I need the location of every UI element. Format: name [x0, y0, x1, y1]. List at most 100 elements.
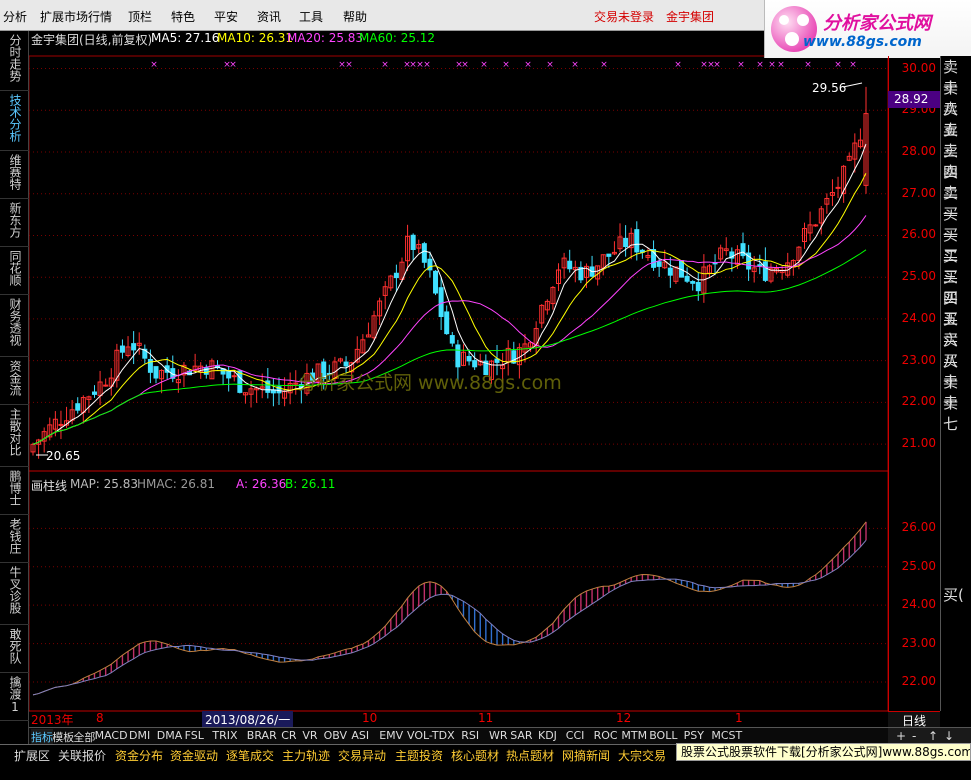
- indicator-tab[interactable]: ROC: [594, 729, 618, 742]
- menu-pingan[interactable]: 平安: [214, 8, 238, 25]
- candle-body: [813, 224, 819, 227]
- ma5-line: [32, 143, 867, 445]
- bottom-bar-item[interactable]: 核心题材: [451, 747, 499, 764]
- indicator-name: 画柱线: [31, 479, 68, 493]
- indicator-tab[interactable]: MTM: [621, 729, 647, 742]
- bottom-bar-item[interactable]: 主题投资: [395, 747, 443, 764]
- indicator-tab[interactable]: DMA: [157, 729, 183, 742]
- tab-main-retail[interactable]: 主散对比: [0, 405, 29, 467]
- indicator-hmac: HMAC: 26.81: [137, 477, 215, 491]
- tab-qindu[interactable]: 擒渡1: [0, 673, 29, 721]
- candle-body: [835, 186, 841, 189]
- signal-mark: ×: [381, 60, 389, 70]
- candle-body: [684, 275, 690, 282]
- indicator-tab[interactable]: 指标: [31, 729, 53, 745]
- indicator-tab[interactable]: KDJ: [538, 729, 557, 742]
- ma60-line: [32, 249, 867, 445]
- period-high-label: 29.56: [812, 81, 847, 95]
- indicator-map: MAP: 25.83: [70, 477, 139, 491]
- indicator-tab[interactable]: OBV: [324, 729, 347, 742]
- indicator-tab[interactable]: CCI: [566, 729, 585, 742]
- tab-dare-to-die[interactable]: 敢死队: [0, 625, 29, 673]
- indicator-tab[interactable]: MCST: [711, 729, 742, 742]
- tab-capital-flow[interactable]: 资金流: [0, 357, 29, 405]
- menu-top-bar[interactable]: 顶栏: [128, 8, 152, 25]
- indicator-tab[interactable]: FSL: [185, 729, 204, 742]
- menu-news[interactable]: 资讯: [257, 8, 281, 25]
- bottom-bar-item[interactable]: 大宗交易: [618, 747, 666, 764]
- login-status[interactable]: 交易未登录: [594, 8, 654, 25]
- menu-help[interactable]: 帮助: [343, 8, 367, 25]
- indicator-tab[interactable]: RSI: [461, 729, 479, 742]
- period-selector[interactable]: 日线: [888, 711, 940, 728]
- indicator-tab[interactable]: VOL-TDX: [407, 729, 455, 742]
- indicator-tab[interactable]: TRIX: [212, 729, 237, 742]
- indicator-tab[interactable]: CR: [281, 729, 296, 742]
- chart-title: 金宇集团(日线,前复权): [31, 33, 153, 47]
- indicator-tab[interactable]: EMV: [379, 729, 403, 742]
- tab-weisaite[interactable]: 维赛特: [0, 151, 29, 199]
- left-side-tabs: 分时走势 技术分析 维赛特 新东方 同花顺 财务透视 资金流 主散对比 鹏博士 …: [0, 31, 29, 745]
- tab-technical-analysis[interactable]: 技术分析: [0, 91, 29, 151]
- indicator-tab[interactable]: ASI: [351, 729, 369, 742]
- arrow-down-icon[interactable]: ↓: [944, 729, 954, 743]
- tab-tonghuashun[interactable]: 同花顺: [0, 247, 29, 295]
- bottom-bar-item[interactable]: 热点题材: [506, 747, 554, 764]
- candle-body: [444, 311, 450, 335]
- indicator-line-b: [32, 540, 867, 696]
- site-logo: 分析家公式网 www.88gs.com: [764, 0, 971, 58]
- indicator-tab[interactable]: PSY: [684, 729, 704, 742]
- indicator-tab[interactable]: SAR: [510, 729, 532, 742]
- order-book-row[interactable]: 卖七: [943, 392, 971, 434]
- bottom-bar-item[interactable]: 主力轨迹: [282, 747, 330, 764]
- bottom-bar-item[interactable]: 扩展区: [14, 747, 50, 764]
- candle-body: [623, 237, 629, 248]
- tab-laoqianzhuang[interactable]: 老钱庄: [0, 515, 29, 563]
- ma60-value: MA60: 25.12: [359, 31, 436, 45]
- menu-features[interactable]: 特色: [171, 8, 195, 25]
- signal-marks: × ×× × × × ×× × × ×× × × × × × × × × ×× × × × × × × ×: [150, 60, 857, 70]
- price-tick: 26.00: [901, 227, 936, 242]
- indicator-tick: 26.00: [901, 520, 936, 535]
- candle-body: [656, 261, 662, 267]
- bottom-bar-item[interactable]: 逐笔成交: [226, 747, 274, 764]
- indicator-tab[interactable]: 全部: [73, 729, 95, 745]
- candle-body: [58, 423, 64, 426]
- indicator-tab[interactable]: MACD: [95, 729, 128, 742]
- tab-stock-diagnosis[interactable]: 牛叉诊股: [0, 563, 29, 625]
- candle-body: [690, 281, 696, 284]
- indicator-line-a: [32, 521, 867, 696]
- ad-banner[interactable]: 股票公式股票软件下载[分析家公式网]www.88gs.com: [676, 743, 971, 761]
- indicator-tab[interactable]: 模板: [52, 729, 74, 745]
- indicator-tab[interactable]: DMI: [129, 729, 150, 742]
- order-book-extra[interactable]: 买(: [943, 584, 964, 605]
- menu-analysis[interactable]: 分析: [3, 8, 27, 25]
- bottom-bar-item[interactable]: 资金分布: [115, 747, 163, 764]
- indicator-a: A: 26.36: [236, 477, 287, 491]
- candle-body: [667, 267, 673, 276]
- bottom-bar-item[interactable]: 交易异动: [338, 747, 386, 764]
- bottom-bar-item[interactable]: 网摘新闻: [562, 747, 610, 764]
- scroll-controls[interactable]: + - ↑ ↓: [888, 727, 971, 744]
- menu-tools[interactable]: 工具: [299, 8, 323, 25]
- indicator-tab[interactable]: VR: [302, 729, 317, 742]
- indicator-tab[interactable]: WR: [489, 729, 508, 742]
- menu-extended-market[interactable]: 扩展市场行情: [40, 8, 112, 25]
- zoom-out-icon[interactable]: -: [912, 729, 916, 743]
- indicator-tab[interactable]: BRAR: [247, 729, 277, 742]
- candle-body: [433, 270, 439, 294]
- tab-pengboshi[interactable]: 鹏博士: [0, 467, 29, 515]
- arrow-up-icon[interactable]: ↑: [928, 729, 938, 743]
- signal-mark: ×: [756, 60, 764, 70]
- zoom-in-icon[interactable]: +: [896, 729, 906, 743]
- bottom-bar-item[interactable]: 资金驱动: [170, 747, 218, 764]
- indicator-tab[interactable]: BOLL: [649, 729, 677, 742]
- order-book-column: 卖十 卖八 卖五 卖三 卖四 卖二 卖一 买一 买二 买三 买四 买五 买六 买八 买十 卖十 卖七 买(: [940, 56, 971, 711]
- tab-time-sharing[interactable]: 分时走势: [0, 31, 29, 91]
- tab-financial[interactable]: 财务透视: [0, 295, 29, 357]
- watermark: 分析家公式网 www.88gs.com: [298, 372, 562, 394]
- tab-new-oriental[interactable]: 新东方: [0, 199, 29, 247]
- indicator-b: B: 26.11: [285, 477, 336, 491]
- bottom-bar-item[interactable]: 关联报价: [58, 747, 106, 764]
- candle-body: [153, 366, 159, 379]
